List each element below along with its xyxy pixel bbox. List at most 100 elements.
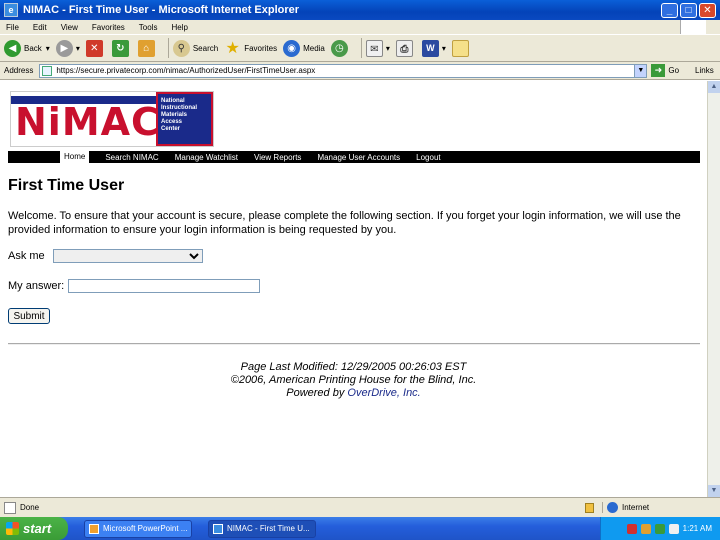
logo-line: Access — [161, 119, 183, 125]
menu-bar: File Edit View Favorites Tools Help — [0, 20, 720, 34]
answer-row: My answer: — [8, 279, 261, 293]
nav-manage-user-accounts[interactable]: Manage User Accounts — [317, 153, 400, 162]
divider — [8, 343, 700, 345]
task-label: NIMAC - First Time U... — [227, 524, 310, 533]
vertical-scrollbar[interactable]: ▲ ▼ — [707, 81, 720, 497]
media-label: Media — [303, 43, 325, 53]
window-title-bar: e NIMAC - First Time User - Microsoft In… — [0, 0, 720, 20]
home-button[interactable]: ⌂ — [137, 39, 158, 57]
lock-icon — [585, 502, 594, 513]
answer-label: My answer: — [8, 280, 65, 292]
tray-icon[interactable] — [640, 523, 651, 534]
page-icon — [42, 65, 53, 76]
forward-arrow-icon: ▶ — [55, 39, 73, 57]
taskbar-item-nimac[interactable]: NIMAC - First Time U... — [208, 519, 316, 538]
maximize-button[interactable]: □ — [680, 2, 697, 18]
scroll-down-icon[interactable]: ▼ — [708, 485, 720, 497]
discuss-button[interactable] — [451, 39, 472, 57]
ie-icon — [213, 523, 223, 534]
menu-favorites[interactable]: Favorites — [92, 23, 125, 32]
last-modified: Page Last Modified: 12/29/2005 00:26:03 … — [240, 361, 467, 373]
nav-search-nimac[interactable]: Search NIMAC — [105, 153, 158, 162]
status-text: Done — [20, 503, 40, 512]
submit-button[interactable]: Submit — [8, 308, 50, 324]
powerpoint-icon — [89, 523, 99, 534]
tray-icon[interactable] — [668, 523, 679, 534]
word-icon: W — [421, 39, 439, 57]
home-icon: ⌂ — [137, 39, 155, 57]
zone-label: Internet — [622, 503, 650, 512]
menu-tools[interactable]: Tools — [139, 23, 158, 32]
tray-icon[interactable] — [654, 523, 665, 534]
clock[interactable]: 1:21 AM — [683, 524, 712, 533]
menu-file[interactable]: File — [6, 23, 19, 32]
nimac-logo[interactable]: NiMAC National Instructional Materials A… — [10, 91, 214, 147]
security-question-select[interactable] — [52, 249, 203, 263]
back-dropdown-icon[interactable]: ▾ — [46, 44, 50, 53]
scroll-up-icon[interactable]: ▲ — [708, 81, 720, 93]
stop-icon: ✕ — [85, 39, 103, 57]
back-arrow-icon: ◀ — [4, 39, 21, 57]
favorites-button[interactable]: ★ Favorites — [224, 39, 278, 57]
start-button[interactable]: start — [0, 517, 68, 540]
powered-by: Powered by OverDrive, Inc. — [0, 387, 707, 400]
close-button[interactable]: ✕ — [699, 2, 716, 18]
taskbar: start Microsoft PowerPoint ... NIMAC - F… — [0, 517, 720, 540]
go-label: Go — [668, 66, 680, 75]
welcome-text: Welcome. To ensure that your account is … — [8, 210, 681, 236]
tray-icon[interactable] — [626, 523, 637, 534]
media-button[interactable]: ◉ Media — [283, 39, 325, 57]
logo-mark: NiMAC — [11, 92, 159, 146]
logo-line: National — [161, 98, 185, 104]
site-nav: Home Search NIMAC Manage Watchlist View … — [8, 151, 700, 163]
nav-home[interactable]: Home — [60, 151, 90, 163]
answer-input[interactable] — [68, 279, 261, 293]
star-icon: ★ — [225, 39, 240, 57]
edit-dropdown-icon[interactable]: ▾ — [442, 44, 446, 53]
address-input[interactable]: https://secure.privatecorp.com/nimac/Aut… — [39, 63, 648, 78]
copyright: ©2006, American Printing House for the B… — [230, 374, 477, 386]
page-done-icon — [4, 501, 16, 514]
nav-manage-watchlist[interactable]: Manage Watchlist — [175, 153, 238, 162]
menu-help[interactable]: Help — [171, 23, 187, 32]
forward-dropdown-icon[interactable]: ▾ — [76, 44, 80, 53]
search-icon: ⚲ — [172, 39, 190, 57]
go-button[interactable]: ➜ Go — [651, 64, 679, 77]
ask-row: Ask me — [8, 249, 203, 263]
refresh-button[interactable]: ↻ — [111, 39, 132, 57]
page-title: First Time User — [8, 177, 125, 194]
forward-button[interactable]: ▶ ▾ — [55, 39, 80, 57]
back-button[interactable]: ◀ Back ▾ — [4, 39, 50, 57]
overdrive-link[interactable]: OverDrive, Inc. — [347, 387, 420, 399]
mail-dropdown-icon[interactable]: ▾ — [386, 44, 390, 53]
toolbar-separator — [167, 38, 169, 58]
nav-logout[interactable]: Logout — [416, 153, 440, 162]
edit-button[interactable]: W ▾ — [421, 39, 446, 57]
history-button[interactable]: ◷ — [330, 39, 351, 57]
address-label: Address — [4, 66, 34, 75]
print-button[interactable]: ⎙ — [395, 39, 416, 57]
globe-icon — [607, 502, 618, 513]
logo-word: NiMAC — [15, 100, 160, 144]
media-icon: ◉ — [283, 39, 301, 57]
stop-button[interactable]: ✕ — [85, 39, 106, 57]
taskbar-item-powerpoint[interactable]: Microsoft PowerPoint ... — [84, 519, 192, 538]
favorites-label: Favorites — [244, 43, 278, 53]
menu-edit[interactable]: Edit — [33, 23, 47, 32]
address-dropdown-icon[interactable]: ▼ — [634, 64, 647, 77]
browser-toolbar: ◀ Back ▾ ▶ ▾ ✕ ↻ ⌂ ⚲ Search ★ Favorites … — [0, 34, 720, 62]
links-button[interactable]: Links — [695, 66, 714, 75]
back-label: Back — [24, 43, 42, 53]
search-label: Search — [192, 43, 219, 53]
ask-label: Ask me — [8, 250, 45, 262]
menu-view[interactable]: View — [61, 23, 78, 32]
address-url: https://secure.privatecorp.com/nimac/Aut… — [56, 66, 316, 75]
address-bar: Address https://secure.privatecorp.com/n… — [0, 62, 720, 80]
search-button[interactable]: ⚲ Search — [172, 39, 219, 57]
minimize-button[interactable]: _ — [661, 2, 678, 18]
mail-button[interactable]: ✉ ▾ — [365, 39, 390, 57]
nav-view-reports[interactable]: View Reports — [254, 153, 301, 162]
mail-icon: ✉ — [365, 39, 383, 57]
powered-prefix: Powered by — [286, 387, 348, 399]
system-tray: 1:21 AM — [600, 517, 720, 540]
